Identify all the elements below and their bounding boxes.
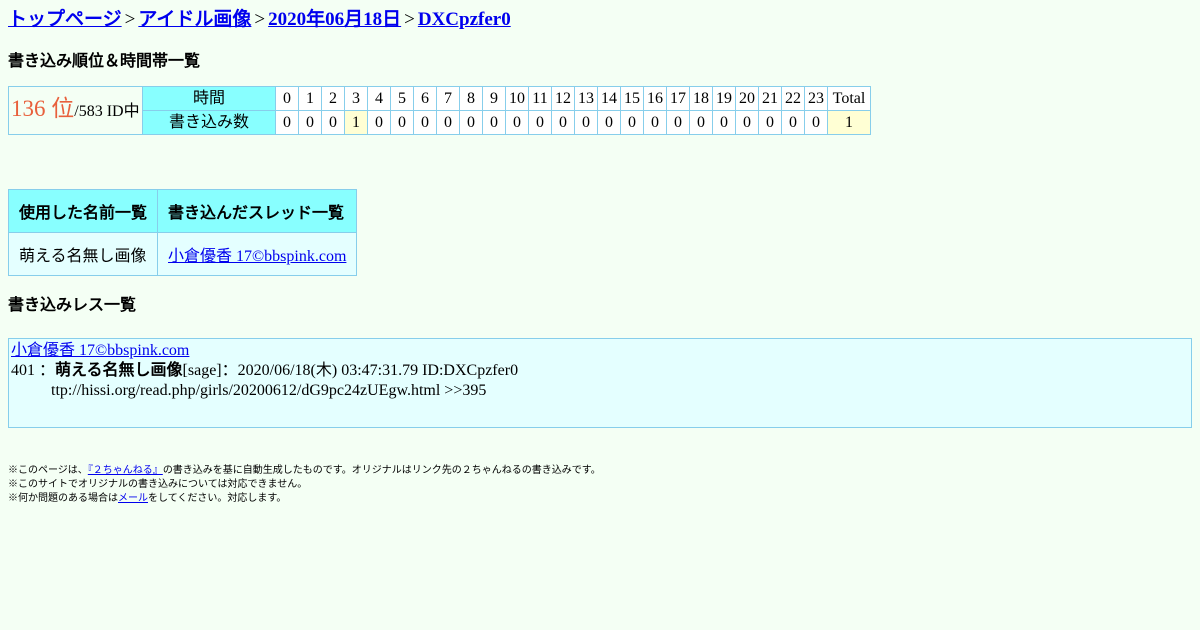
table-row: 萌える名無し画像 小倉優香 17©bbspink.com [7,232,358,276]
footer-text: をしてください。対応します。 [148,493,287,504]
hour-cell: 22 [781,86,805,111]
count-cell: 1 [344,110,368,135]
thread-link[interactable]: 小倉優香 17©bbspink.com [168,248,346,265]
breadcrumb-separator: > [124,9,136,30]
hour-cell: 20 [735,86,759,111]
hour-cell: 0 [275,86,299,111]
mail-link[interactable]: メール [118,493,148,504]
count-label: 書き込み数 [142,110,276,135]
2ch-link[interactable]: 『２ちゃんねる』 [88,465,163,476]
res-colon: ： [221,362,238,379]
names-column-header: 使用した名前一覧 [7,189,159,233]
breadcrumb-date-link[interactable]: 2020年06月18日 [268,9,401,30]
footer-line-3: ※何か問題のある場合はメールをしてください。対応します。 [8,492,1192,506]
hour-cell: 16 [643,86,667,111]
res-name: 萌える名無し画像 [55,362,183,379]
hour-cell: 15 [620,86,644,111]
hourly-stats-table: 136 位/583 ID中 時間 0 1 2 3 4 5 6 7 8 9 10 11 12 13 14 15 1… [8,86,871,135]
hour-cell: 3 [344,86,368,111]
rank-cell: 136 位/583 ID中 [8,86,143,135]
count-cell: 0 [275,110,299,135]
breadcrumb-id-link[interactable]: DXCpzfer0 [418,9,511,30]
count-cell: 0 [551,110,575,135]
res-body: ttp://hissi.org/read.php/girls/20200612/… [51,382,487,399]
breadcrumb-separator: > [254,9,266,30]
hour-label: 時間 [142,86,276,111]
hour-cell: 13 [574,86,598,111]
count-cell: 0 [735,110,759,135]
count-cell: 0 [482,110,506,135]
count-cell: 0 [597,110,621,135]
breadcrumb: トップページ > アイドル画像 >2020年06月18日 > DXCpzfer0 [8,8,1192,32]
footer: ※このページは、『２ちゃんねる』の書き込みを基に自動生成したものです。オリジナル… [8,464,1192,506]
hour-cell: 19 [712,86,736,111]
breadcrumb-separator: > [404,9,415,30]
rank-total: /583 ID中 [74,103,140,120]
hour-cell: 2 [321,86,345,111]
hour-cell: 5 [390,86,414,111]
footer-text: の書き込みを基に自動生成したものです。オリジナルはリンク先の２ちゃんねるの書き込… [162,465,601,476]
total-header: Total [827,86,871,111]
count-cell: 0 [620,110,644,135]
count-cell: 0 [689,110,713,135]
res-thread-link[interactable]: 小倉優香 17©bbspink.com [11,342,189,359]
breadcrumb-top-link[interactable]: トップページ [8,9,122,30]
footer-line-1: ※このページは、『２ちゃんねる』の書き込みを基に自動生成したものです。オリジナル… [8,464,1192,478]
used-name: 萌える名無し画像 [7,232,159,276]
count-cell: 0 [390,110,414,135]
count-cell: 0 [758,110,782,135]
res-colon: ： [39,362,56,379]
count-cell: 0 [459,110,483,135]
res-heading: 書き込みレス一覧 [8,297,137,314]
hour-cell: 1 [298,86,322,111]
count-cell: 0 [804,110,828,135]
hour-cell: 6 [413,86,437,111]
count-cell: 0 [298,110,322,135]
rank-heading: 書き込み順位＆時間帯一覧 [8,53,201,70]
count-cell: 0 [781,110,805,135]
total-count: 1 [827,110,871,135]
page: トップページ > アイドル画像 >2020年06月18日 > DXCpzfer0 書き込み… [0,0,1200,506]
hour-cell: 4 [367,86,391,111]
count-cell: 0 [367,110,391,135]
hour-cell: 18 [689,86,713,111]
res-number: 401 [11,362,35,379]
hour-cell: 10 [505,86,529,111]
count-cell: 0 [712,110,736,135]
res-datetime: 2020/06/18(木) 03:47:31.79 ID:DXCpzfer0 [237,362,519,379]
hour-cell: 17 [666,86,690,111]
hour-row: 136 位/583 ID中 時間 0 1 2 3 4 5 6 7 8 9 10 11 12 13 14 15 1… [8,86,871,135]
footer-line-2: ※このサイトでオリジナルの書き込みについては対応できません。 [8,479,308,490]
count-cell: 0 [574,110,598,135]
footer-text: ※何か問題のある場合は [8,493,118,504]
count-cell: 0 [528,110,552,135]
count-cell: 0 [413,110,437,135]
count-cell: 0 [321,110,345,135]
names-threads-table: 使用した名前一覧 書き込んだスレッド一覧 萌える名無し画像 小倉優香 17©bb… [7,189,358,276]
count-cell: 0 [666,110,690,135]
footer-text: ※このページは、 [8,465,88,476]
rank-number: 136 位 [11,96,75,121]
hour-cell: 12 [551,86,575,111]
res-item: 小倉優香 17©bbspink.com 401 ：萌える名無し画像[sage]：… [8,338,1192,428]
hour-cell: 8 [459,86,483,111]
breadcrumb-board-link[interactable]: アイドル画像 [138,9,251,30]
count-cell: 0 [436,110,460,135]
thread-cell: 小倉優香 17©bbspink.com [157,232,358,276]
count-cell: 0 [505,110,529,135]
hour-cell: 7 [436,86,460,111]
hour-cell: 14 [597,86,621,111]
hour-cell: 21 [758,86,782,111]
hour-cell: 11 [528,86,552,111]
threads-column-header: 書き込んだスレッド一覧 [157,189,358,233]
res-mail: [sage] [182,362,222,379]
hour-cell: 23 [804,86,828,111]
count-cell: 0 [643,110,667,135]
hour-cell: 9 [482,86,506,111]
